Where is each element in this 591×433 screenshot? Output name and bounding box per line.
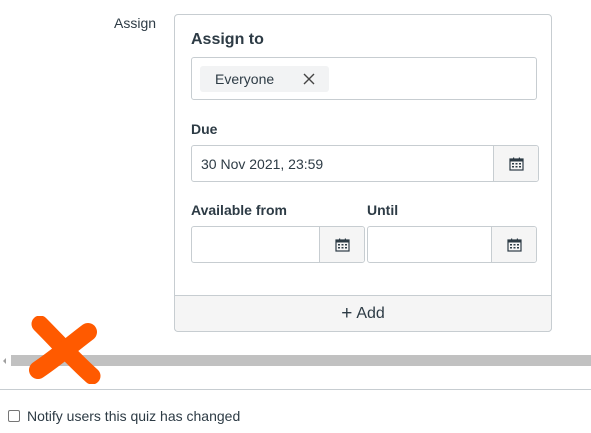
assign-card: Assign to Everyone Due Available from (174, 14, 552, 332)
available-from-label: Available from (191, 202, 287, 218)
due-calendar-button[interactable] (493, 146, 538, 181)
due-date-input[interactable] (192, 146, 494, 181)
due-label: Due (191, 121, 218, 137)
due-date-field (191, 145, 539, 182)
assign-to-title: Assign to (191, 31, 264, 48)
close-icon[interactable] (303, 73, 315, 85)
scrollbar-thumb[interactable] (11, 355, 591, 366)
available-from-input[interactable] (192, 227, 320, 262)
notify-checkbox[interactable] (8, 410, 20, 422)
notify-label[interactable]: Notify users this quiz has changed (27, 408, 240, 424)
notify-option: Notify users this quiz has changed (8, 408, 240, 424)
until-label: Until (367, 202, 399, 218)
assignee-token-label: Everyone (215, 71, 275, 87)
add-assignment-button[interactable]: + Add (175, 295, 551, 331)
assign-section-label: Assign (114, 15, 157, 31)
calendar-icon (506, 238, 522, 252)
section-divider (0, 389, 591, 390)
until-field (367, 226, 537, 263)
calendar-icon (334, 238, 350, 252)
assignee-token: Everyone (200, 66, 329, 92)
horizontal-scrollbar[interactable] (0, 352, 591, 369)
until-input[interactable] (368, 227, 492, 262)
available-from-calendar-button[interactable] (319, 227, 364, 262)
assign-to-input[interactable]: Everyone (191, 57, 537, 100)
scroll-left-arrow-icon[interactable] (0, 355, 10, 367)
until-calendar-button[interactable] (491, 227, 536, 262)
plus-icon: + (341, 303, 353, 324)
annotation-cross-mark (29, 316, 101, 384)
calendar-icon (508, 157, 524, 171)
available-from-field (191, 226, 365, 263)
add-assignment-label: Add (356, 304, 385, 322)
